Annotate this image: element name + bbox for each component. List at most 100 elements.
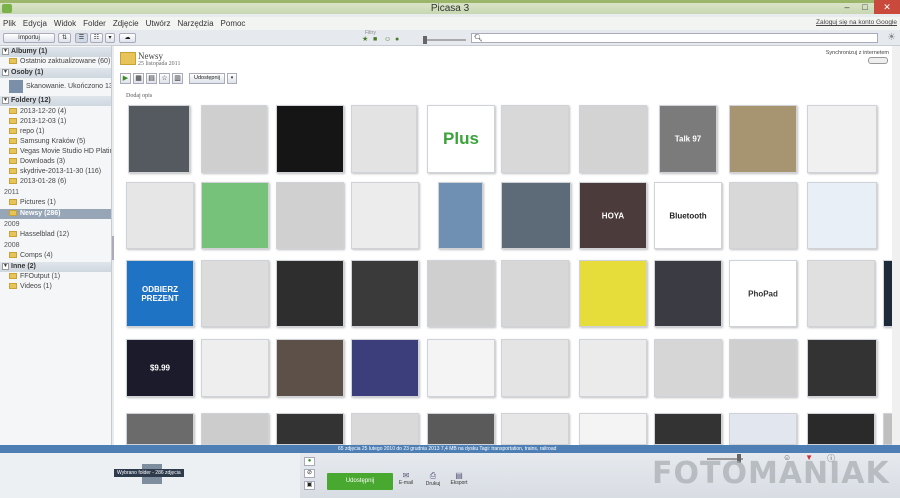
- person-filter-icon[interactable]: ☺: [384, 36, 391, 43]
- collage-icon[interactable]: ▦: [133, 73, 144, 84]
- photo-thumbnail-tall-building[interactable]: [438, 182, 483, 249]
- photo-thumbnail-silver-coins[interactable]: [501, 105, 569, 173]
- photo-thumbnail-tablet[interactable]: [126, 182, 194, 249]
- export-button[interactable]: ▤ Eksport: [447, 471, 471, 486]
- photo-thumbnail-yellow-device[interactable]: [201, 182, 269, 249]
- menu-item[interactable]: Widok: [54, 19, 76, 28]
- photo-thumbnail-lens[interactable]: [201, 260, 269, 327]
- photo-thumbnail-talk97-phone[interactable]: Talk 97: [659, 105, 717, 173]
- photo-thumbnail-white-phone[interactable]: [807, 260, 875, 327]
- photo-thumbnail-cinema-camera[interactable]: [729, 339, 797, 397]
- sidebar-section-header[interactable]: ▼ Albumy (1): [0, 47, 111, 57]
- sidebar-item[interactable]: Newsy (286): [0, 209, 111, 219]
- photo-thumbnail-partial-8[interactable]: [654, 413, 722, 445]
- minimize-icon[interactable]: ‒: [838, 0, 856, 14]
- menu-item[interactable]: Plik: [3, 19, 16, 28]
- sidebar-section-header[interactable]: ▼ Inne (2): [0, 262, 111, 272]
- photo-thumbnail-partial-10[interactable]: [807, 413, 875, 445]
- photo-thumbnail-partial-9[interactable]: [729, 413, 797, 445]
- main-scrollbar[interactable]: [892, 46, 900, 445]
- maximize-icon[interactable]: □: [856, 0, 874, 14]
- menu-item[interactable]: Utwórz: [146, 19, 171, 28]
- photo-thumbnail-partial-1[interactable]: [126, 413, 194, 445]
- photo-thumbnail-laptop-screen[interactable]: [276, 182, 344, 249]
- import-button[interactable]: Importuj: [3, 33, 55, 43]
- hold-icon[interactable]: ●: [304, 457, 315, 466]
- album-share-button[interactable]: Udostępnij: [189, 73, 225, 84]
- photo-thumbnail-plus-logo[interactable]: Plus: [427, 105, 495, 173]
- photo-thumbnail-dark-ui[interactable]: [351, 260, 419, 327]
- photo-thumbnail-yellow-phone[interactable]: [579, 260, 647, 327]
- photo-thumbnail-partial-2[interactable]: [201, 413, 269, 445]
- photo-thumbnail-partial-3[interactable]: [276, 413, 344, 445]
- collapse-icon[interactable]: ▼: [2, 68, 9, 76]
- photo-thumbnail-silver-coins-2[interactable]: [579, 105, 647, 173]
- sidebar-item[interactable]: Comps (4): [0, 251, 111, 261]
- print-icon[interactable]: ▥: [172, 73, 183, 84]
- photo-thumbnail-partial-5[interactable]: [427, 413, 495, 445]
- view-dropdown-icon[interactable]: ▾: [105, 33, 115, 43]
- photo-thumbnail-hoya-filter[interactable]: HOYA: [579, 182, 647, 249]
- photo-thumbnail-partial-6[interactable]: [501, 413, 569, 445]
- photo-thumbnail-dark-card[interactable]: [128, 105, 190, 173]
- photo-thumbnail-stage-crowd[interactable]: [351, 339, 419, 397]
- photo-thumbnail-bluetooth-logo[interactable]: Bluetooth: [654, 182, 722, 249]
- sidebar-section-header[interactable]: ▼ Foldery (12): [0, 96, 111, 106]
- photo-thumbnail-usb-device[interactable]: [351, 105, 417, 173]
- photo-thumbnail-people-group[interactable]: [276, 339, 344, 397]
- collapse-icon[interactable]: ▼: [2, 47, 9, 55]
- print-button[interactable]: ⎙ Drukuj: [421, 471, 445, 487]
- sidebar-item[interactable]: Samsung Kraków (5): [0, 137, 111, 147]
- menu-item[interactable]: Pomoc: [221, 19, 246, 28]
- sort-icon[interactable]: ⇅: [58, 33, 71, 43]
- photo-thumbnail-monitor-stand[interactable]: [201, 339, 269, 397]
- sign-in-link[interactable]: Zaloguj się na konto Google: [816, 19, 897, 26]
- menu-item[interactable]: Narzędzia: [178, 19, 214, 28]
- photo-thumbnail-book-laptop[interactable]: [579, 339, 647, 397]
- sidebar-person[interactable]: Skanowanie. Ukończono 13%: [0, 79, 111, 94]
- photo-thumbnail-nikon-camera[interactable]: [501, 260, 569, 327]
- share-dropdown-icon[interactable]: ▾: [227, 73, 237, 84]
- photo-thumbnail-red-car-screen[interactable]: [729, 182, 797, 249]
- sync-toggle[interactable]: [868, 57, 888, 64]
- photo-thumbnail-software-window[interactable]: [807, 339, 877, 397]
- video-filter-icon[interactable]: ■: [373, 36, 380, 43]
- collapse-icon[interactable]: ▼: [2, 96, 9, 104]
- list-view-icon[interactable]: ☰: [75, 33, 88, 43]
- clear-icon[interactable]: ⊘: [304, 469, 315, 478]
- photo-thumbnail-dark-screen[interactable]: [276, 105, 344, 173]
- photo-thumbnail-imac[interactable]: [427, 339, 495, 397]
- sidebar-item[interactable]: FFOutput (1): [0, 272, 111, 282]
- search-input[interactable]: 🔍︎: [471, 33, 878, 43]
- sidebar-item[interactable]: skydrive-2013-11-30 (116): [0, 167, 111, 177]
- sidebar-section-header[interactable]: ▼ Osoby (1): [0, 68, 111, 78]
- photo-thumbnail-phopad-text[interactable]: PhoPad: [729, 260, 797, 327]
- sidebar-item[interactable]: 2013-12-20 (4): [0, 107, 111, 117]
- sidebar-item[interactable]: Downloads (3): [0, 157, 111, 167]
- tray-share-button[interactable]: Udostępnij: [327, 473, 393, 490]
- menu-item[interactable]: Edycja: [23, 19, 47, 28]
- photo-thumbnail-crowd[interactable]: [501, 182, 571, 249]
- filter-slider-knob[interactable]: [423, 36, 427, 44]
- photo-thumbnail-canon-camera[interactable]: [351, 182, 419, 249]
- photo-thumbnail-partial-4[interactable]: [351, 413, 419, 445]
- collapse-icon[interactable]: ▼: [2, 262, 9, 270]
- star-filter-icon[interactable]: ★: [362, 36, 369, 43]
- movie-icon[interactable]: ▤: [146, 73, 157, 84]
- photo-thumbnail-blue-banner[interactable]: [807, 182, 877, 249]
- photo-thumbnail-drawing-tablet[interactable]: [427, 260, 495, 327]
- photo-thumbnail-adobe-price[interactable]: $9.99: [126, 339, 194, 397]
- email-button[interactable]: ✉ E-mail: [394, 471, 418, 486]
- photo-thumbnail-partial-7[interactable]: [579, 413, 647, 445]
- sidebar-item[interactable]: Pictures (1): [0, 198, 111, 208]
- sidebar-item[interactable]: Ostatnio zaktualizowane (60): [0, 57, 111, 67]
- menu-item[interactable]: Zdjęcie: [113, 19, 139, 28]
- photo-thumbnail-cable-gadget[interactable]: [501, 339, 569, 397]
- location-filter-icon[interactable]: ●: [395, 36, 402, 43]
- menu-item[interactable]: Folder: [83, 19, 106, 28]
- add-caption[interactable]: Dodaj opis: [126, 93, 152, 99]
- add-to-album-icon[interactable]: ▣: [304, 481, 315, 490]
- photo-thumbnail-colorful-phones[interactable]: [654, 260, 722, 327]
- filter-slider[interactable]: [426, 39, 466, 41]
- photo-thumbnail-software-ui[interactable]: [276, 260, 344, 327]
